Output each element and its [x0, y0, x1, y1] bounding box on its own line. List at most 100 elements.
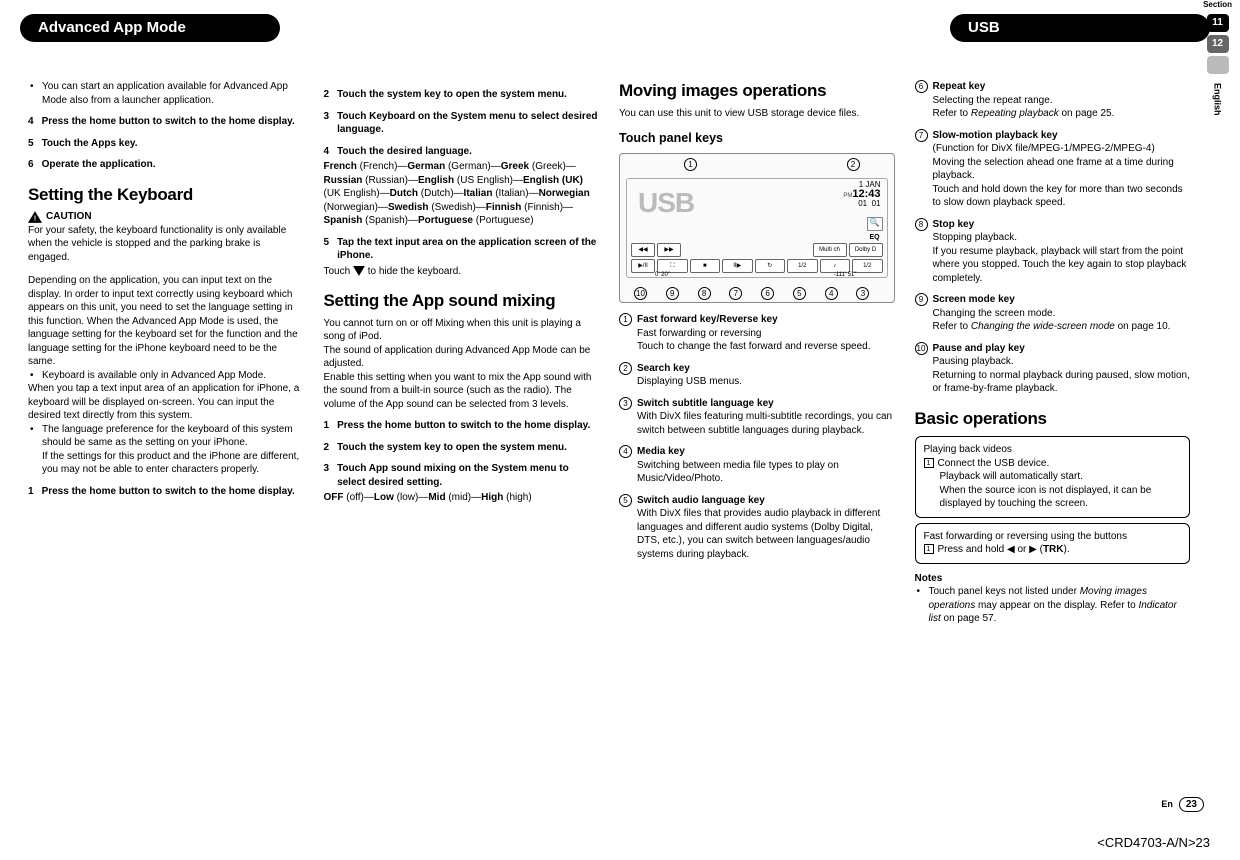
callout-4: 4 [825, 287, 838, 300]
audio-lang-icon: 1/2 [787, 259, 818, 273]
key8: 8Stop key Stopping playback. If you resu… [915, 218, 1191, 286]
note1: Touch panel keys not listed under Moving… [929, 585, 1191, 626]
c1-heading-keyboard: Setting the Keyboard [28, 184, 304, 207]
page-columns: You can start an application available f… [28, 80, 1190, 626]
stop-icon: ■ [690, 259, 721, 273]
c3-heading-touchpanel: Touch panel keys [619, 130, 895, 147]
column-3: Moving images operations You can use thi… [619, 80, 895, 626]
caution-body: For your safety, the keyboard functional… [28, 224, 304, 265]
c2-step2: 2Touch the system key to open the system… [324, 88, 600, 102]
caution-row: ! CAUTION [28, 210, 304, 224]
key7: 7Slow-motion playback key (Function for … [915, 129, 1191, 210]
tp-btn-row-top: ◀◀ ▶▶ Multi ch Dolby D [631, 243, 883, 257]
callout-7: 7 [729, 287, 742, 300]
repeat-icon: ↻ [755, 259, 786, 273]
c1-lang-bullet2: If the settings for this product and the… [42, 450, 304, 477]
c1-para1: Depending on the application, you can in… [28, 274, 304, 369]
section-label: Section [1203, 0, 1232, 11]
c2-m2: 2Touch the system key to open the system… [324, 441, 600, 455]
hide-keyboard-icon [353, 266, 365, 276]
key9: 9Screen mode key Changing the screen mod… [915, 293, 1191, 334]
tab-left-label: Advanced App Mode [20, 14, 280, 42]
tp-callouts-bottom: 10 9 8 7 6 5 4 3 [624, 287, 890, 300]
column-1: You can start an application available f… [28, 80, 304, 626]
search-icon: 🔍 [867, 217, 883, 231]
c2-step5b: Touch to hide the keyboard. [324, 265, 600, 279]
time-right: -111' 51" [834, 271, 857, 279]
footer-page: En 23 [1161, 797, 1204, 813]
column-4: 6Repeat key Selecting the repeat range. … [915, 80, 1191, 626]
slowmotion-icon: II▶ [722, 259, 753, 273]
box1-num: 1 [924, 458, 934, 468]
c2-step4: 4Touch the desired language. [324, 145, 600, 159]
box1-title: Playing back videos [924, 443, 1182, 457]
time-left: 0' 20" [655, 271, 670, 279]
callout-6: 6 [761, 287, 774, 300]
c2-heading-mixing: Setting the App sound mixing [324, 290, 600, 313]
tp-screen: USB 1 JAN PM12:43 01 01 🔍 EQ ★ ◀◀ ▶▶ Mul… [626, 178, 888, 278]
callout-1: 1 [684, 158, 697, 171]
footer-lang: En [1161, 798, 1173, 810]
c3-intro: You can use this unit to view USB storag… [619, 107, 895, 121]
c1-para2: When you tap a text input area of an app… [28, 382, 304, 423]
footer-pagenum: 23 [1179, 797, 1204, 813]
subtitle-icon: 1/2 [852, 259, 883, 273]
eq-icon: EQ [867, 233, 883, 242]
c2-m3: 3Touch App sound mixing on the System me… [324, 462, 600, 489]
c1-step1: 1Press the home button to switch to the … [28, 485, 304, 499]
key3: 3Switch subtitle language key With DivX … [619, 397, 895, 438]
tp-callouts-top: 1 2 [624, 158, 890, 171]
c1-step4: 4Press the home button to switch to the … [28, 115, 304, 129]
callout-3: 3 [856, 287, 869, 300]
caution-label: CAUTION [46, 210, 92, 224]
tp-clock: 1 JAN PM12:43 01 01 [843, 181, 880, 208]
c2-mix2: The sound of application during Advanced… [324, 344, 600, 371]
tab-left: Advanced App Mode [20, 14, 280, 42]
tab-right-label: USB [950, 14, 1210, 42]
c1-kb-bullet: Keyboard is available only in Advanced A… [42, 369, 304, 383]
c2-langs: French (French)—German (German)—Greek (G… [324, 160, 600, 228]
callout-9: 9 [666, 287, 679, 300]
tab-right: USB [950, 14, 1210, 42]
warning-icon: ! [28, 211, 42, 223]
fastforward-icon: ▶▶ [657, 243, 681, 257]
callout-10: 10 [634, 287, 647, 300]
c2-mix1: You cannot turn on or off Mixing when th… [324, 317, 600, 344]
c3-heading-moving: Moving images operations [619, 80, 895, 103]
box2-num: 1 [924, 544, 934, 554]
key6: 6Repeat key Selecting the repeat range. … [915, 80, 1191, 121]
box-playing-videos: Playing back videos 1Connect the USB dev… [915, 436, 1191, 518]
doc-code: <CRD4703-A/N>23 [1097, 834, 1210, 852]
c2-m3b: OFF (off)—Low (low)—Mid (mid)—High (high… [324, 491, 600, 505]
key2: 2Search key Displaying USB menus. [619, 362, 895, 389]
rewind-icon: ◀◀ [631, 243, 655, 257]
column-2: 2Touch the system key to open the system… [324, 80, 600, 626]
box-ff-rev: Fast forwarding or reversing using the b… [915, 523, 1191, 564]
touchpanel-figure: 1 2 USB 1 JAN PM12:43 01 01 🔍 EQ ★ ◀◀ ▶▶ [619, 153, 895, 303]
play-pause-icon: ▶/II [631, 259, 655, 273]
c4-heading-basic: Basic operations [915, 408, 1191, 431]
section-gray-badge [1207, 56, 1229, 74]
callout-8: 8 [698, 287, 711, 300]
key10: 10Pause and play key Pausing playback. R… [915, 342, 1191, 396]
notes-heading: Notes [915, 572, 1191, 586]
c2-mix3: Enable this setting when you want to mix… [324, 371, 600, 412]
c2-m1: 1Press the home button to switch to the … [324, 419, 600, 433]
callout-2: 2 [847, 158, 860, 171]
c2-step5: 5Tap the text input area on the applicat… [324, 236, 600, 263]
section-language: English [1211, 83, 1223, 116]
c2-step3: 3Touch Keyboard on the System menu to se… [324, 110, 600, 137]
c1-lang-bullet: The language preference for the keyboard… [42, 423, 304, 450]
dolby-label: Dolby D [849, 243, 883, 257]
key1: 1Fast forward key/Reverse key Fast forwa… [619, 313, 895, 354]
c1-bullet1: You can start an application available f… [42, 80, 304, 107]
header-tabs: Advanced App Mode USB [20, 14, 1210, 42]
box2-title: Fast forwarding or reversing using the b… [924, 530, 1182, 544]
svg-text:!: ! [34, 216, 36, 223]
key4: 4Media key Switching between media file … [619, 445, 895, 486]
key5: 5Switch audio language key With DivX fil… [619, 494, 895, 562]
c1-step5: 5Touch the Apps key. [28, 137, 304, 151]
c1-step6: 6Operate the application. [28, 158, 304, 172]
multich-label: Multi ch [813, 243, 847, 257]
callout-5: 5 [793, 287, 806, 300]
